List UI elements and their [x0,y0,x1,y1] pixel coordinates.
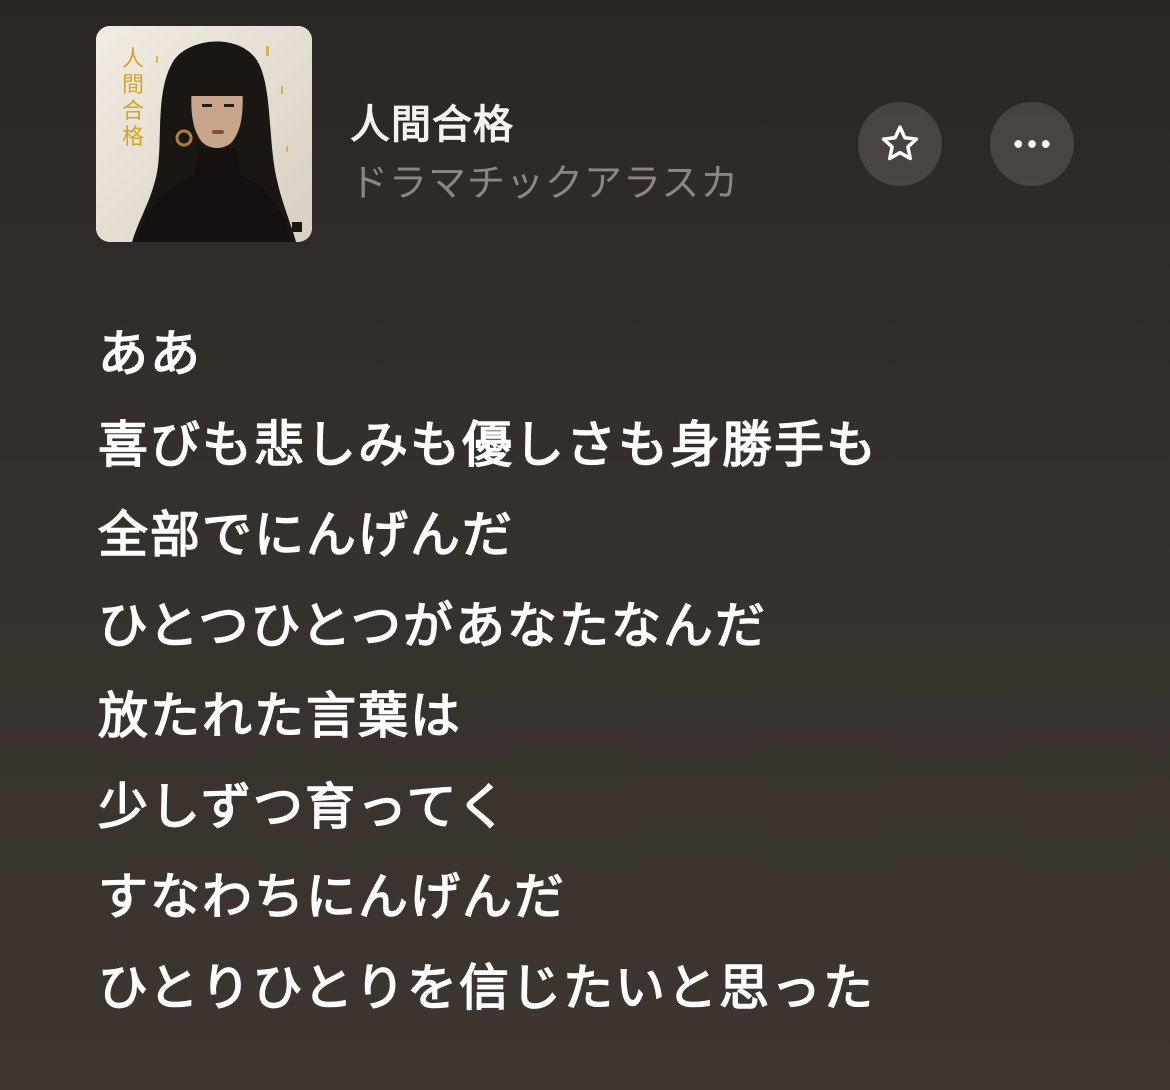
album-artwork-image: 人 間 合 格 [96,26,312,242]
album-artwork[interactable]: 人 間 合 格 [96,26,312,242]
artwork-title-char-4: 格 [122,125,144,150]
artist-name[interactable]: ドラマチックアラスカ [350,152,739,207]
lyric-line[interactable]: 全部でにんげんだ [98,499,1138,590]
artwork-title-char-3: 合 [122,99,144,124]
artwork-title-char-2: 間 [122,73,144,98]
lyric-line[interactable]: 少しずつ育ってく [98,771,1138,862]
lyric-line[interactable]: ひとりひとりを信じたいと思った [98,952,1138,1043]
star-outline-icon [881,125,919,161]
artwork-title-char-1: 人 [122,47,144,72]
ellipsis-icon [1014,140,1050,148]
lyric-line[interactable]: すなわちにんげんだ [98,861,1138,952]
lyric-line[interactable]: 放たれた言葉は [98,680,1138,771]
lyric-line[interactable]: ああ [98,318,1138,409]
favorite-button[interactable] [858,102,942,186]
lyric-line[interactable]: ひとつひとつがあなたなんだ [98,590,1138,681]
song-title: 人間合格 [350,102,514,148]
now-playing-header: 人 間 合 格 人間合格 ドラマチックアラスカ [0,0,1170,270]
lyric-line[interactable]: 喜びも悲しみも優しさも身勝手も [98,409,1138,500]
more-options-button[interactable] [990,102,1074,186]
lyrics-view[interactable]: ああ 喜びも悲しみも優しさも身勝手も 全部でにんげんだ ひとつひとつがあなたなん… [98,318,1138,1042]
